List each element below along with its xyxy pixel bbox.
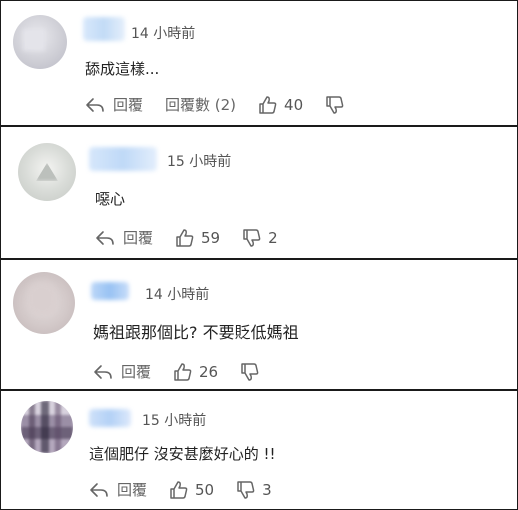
dislike-count: 2 <box>268 228 278 247</box>
dislike-button[interactable]: 2 <box>242 229 278 247</box>
reply-button[interactable]: 回覆 <box>85 94 143 115</box>
thumbs-up-icon <box>170 480 188 499</box>
comment-actions: 回覆 59 2 <box>95 227 300 248</box>
avatar[interactable] <box>13 272 75 334</box>
reply-button[interactable]: 回覆 <box>93 361 151 382</box>
like-button[interactable]: 26 <box>173 363 218 381</box>
replies-label: 回覆數 (2) <box>165 96 237 114</box>
comment-card: 14 小時前 媽祖跟那個比? 不要貶低媽祖 回覆 26 <box>0 259 518 390</box>
thumbs-down-icon <box>241 362 259 381</box>
timestamp: 15 小時前 <box>167 154 232 170</box>
username[interactable] <box>89 409 131 427</box>
reply-arrow-icon <box>90 482 108 497</box>
comment-actions: 回覆 26 <box>93 361 288 382</box>
reply-arrow-icon <box>94 364 112 379</box>
comment-actions: 回覆 回覆數 (2) 40 <box>85 94 373 115</box>
comment-text: 這個肥仔 沒安甚麼好心的 !! <box>89 445 276 463</box>
comment-text: 噁心 <box>95 190 126 208</box>
like-count: 59 <box>201 228 221 247</box>
reply-label: 回覆 <box>121 363 152 381</box>
reply-label: 回覆 <box>117 481 148 499</box>
comment-card: 15 小時前 這個肥仔 沒安甚麼好心的 !! 回覆 50 3 <box>0 390 518 510</box>
reply-arrow-icon <box>96 230 114 245</box>
thumbs-up-icon <box>259 95 277 114</box>
like-button[interactable]: 59 <box>175 229 220 247</box>
timestamp: 14 小時前 <box>145 287 210 303</box>
timestamp: 14 小時前 <box>131 26 196 42</box>
comment-text: 舔成這樣... <box>85 60 160 78</box>
avatar[interactable] <box>18 143 76 201</box>
like-button[interactable]: 40 <box>258 96 303 114</box>
username[interactable] <box>89 147 157 171</box>
username[interactable] <box>83 17 125 41</box>
dislike-button[interactable]: 3 <box>236 481 272 499</box>
thumbs-down-icon <box>237 480 255 499</box>
dislike-button[interactable] <box>240 362 266 381</box>
like-count: 40 <box>284 95 304 114</box>
thumbs-down-icon <box>326 95 344 114</box>
dislike-count: 3 <box>262 480 272 499</box>
replies-button[interactable]: 回覆數 (2) <box>165 94 236 115</box>
avatar[interactable] <box>13 15 67 69</box>
thumbs-down-icon <box>243 228 261 247</box>
reply-arrow-icon <box>86 97 104 112</box>
comment-actions: 回覆 50 3 <box>89 479 294 500</box>
dislike-button[interactable] <box>325 95 351 114</box>
thumbs-up-icon <box>176 228 194 247</box>
timestamp: 15 小時前 <box>142 413 207 429</box>
reply-label: 回覆 <box>113 96 144 114</box>
avatar[interactable] <box>21 401 73 453</box>
like-button[interactable]: 50 <box>169 481 214 499</box>
comment-card: 15 小時前 噁心 回覆 59 2 <box>0 126 518 259</box>
comment-text: 媽祖跟那個比? 不要貶低媽祖 <box>93 323 299 342</box>
thumbs-up-icon <box>174 362 192 381</box>
like-count: 50 <box>195 480 215 499</box>
like-count: 26 <box>199 362 219 381</box>
reply-button[interactable]: 回覆 <box>95 227 153 248</box>
reply-label: 回覆 <box>123 229 154 247</box>
username[interactable] <box>91 282 129 300</box>
comment-card: 14 小時前 舔成這樣... 回覆 回覆數 (2) 40 <box>0 0 518 126</box>
reply-button[interactable]: 回覆 <box>89 479 147 500</box>
